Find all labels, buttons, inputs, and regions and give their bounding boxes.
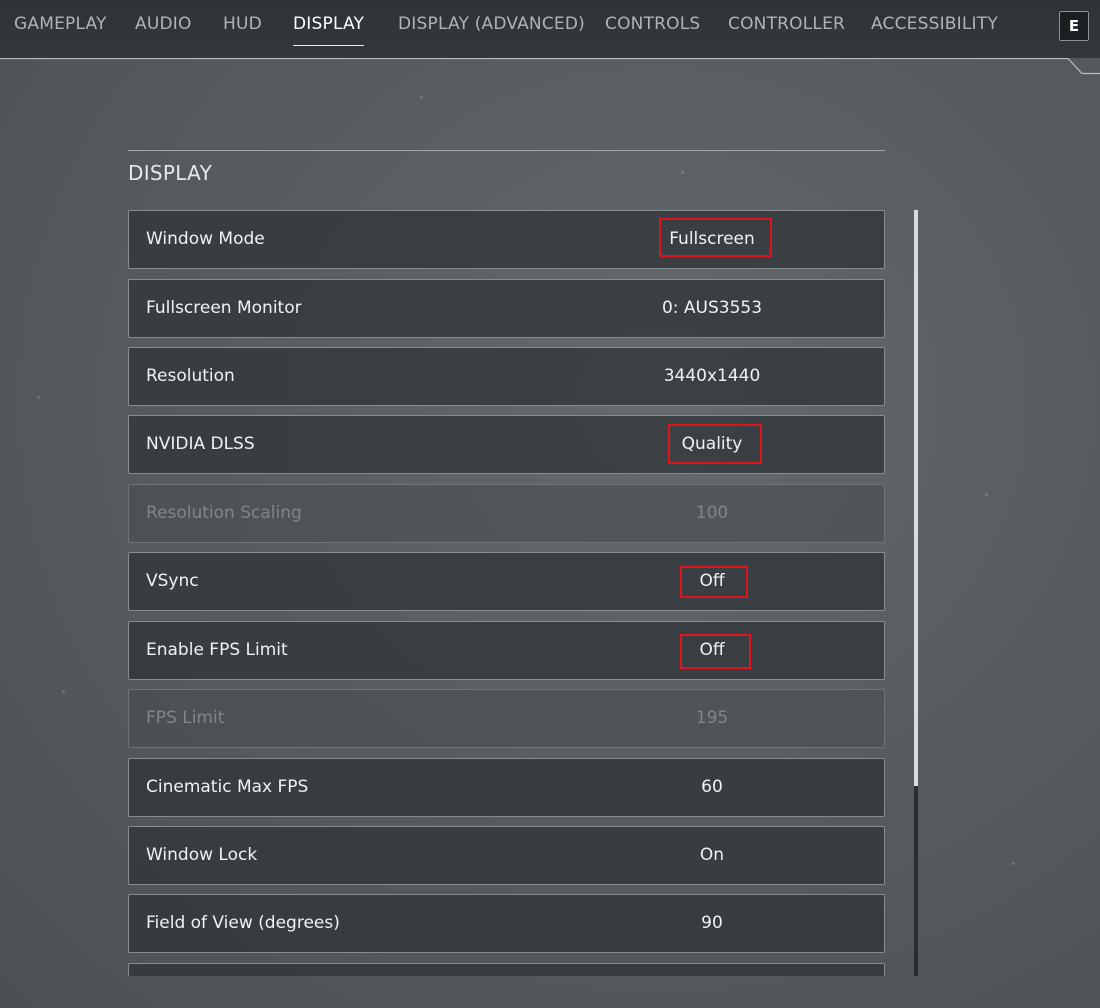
setting-label: NVIDIA DLSS <box>146 434 255 454</box>
setting-row-window-lock[interactable]: Window Lock On <box>128 826 885 885</box>
background-speck <box>1012 862 1015 865</box>
tab-hud[interactable]: HUD <box>223 14 262 40</box>
highlight-box-vsync <box>680 566 748 598</box>
section-title: DISPLAY <box>128 161 213 185</box>
tab-gameplay[interactable]: GAMEPLAY <box>14 14 107 40</box>
highlight-box-enable-fps-limit <box>680 634 751 669</box>
setting-label: Field of View (degrees) <box>146 913 340 933</box>
highlight-box-window-mode <box>659 218 772 257</box>
settings-tab-bar: GAMEPLAY AUDIO HUD DISPLAY DISPLAY (ADVA… <box>0 0 1100 58</box>
background-speck <box>420 96 423 99</box>
setting-label: FPS Limit <box>146 708 225 728</box>
tab-display[interactable]: DISPLAY <box>293 14 365 46</box>
setting-label: VSync <box>146 571 199 591</box>
setting-label: Enable FPS Limit <box>146 640 288 660</box>
setting-row-partial[interactable] <box>128 963 885 976</box>
setting-label: Window Mode <box>146 229 265 249</box>
tab-controller[interactable]: CONTROLLER <box>728 14 845 40</box>
tab-display-advanced[interactable]: DISPLAY (ADVANCED) <box>398 14 585 40</box>
setting-row-resolution-scaling: Resolution Scaling 100 <box>128 484 885 543</box>
setting-value[interactable]: 90 <box>612 895 812 952</box>
setting-row-enable-fps-limit[interactable]: Enable FPS Limit Off <box>128 621 885 680</box>
setting-label: Resolution <box>146 366 235 386</box>
setting-row-vsync[interactable]: VSync Off <box>128 552 885 611</box>
background-speck <box>681 171 684 174</box>
setting-value[interactable]: On <box>612 827 812 884</box>
tab-accessibility[interactable]: ACCESSIBILITY <box>871 14 998 40</box>
scrollbar-thumb[interactable] <box>914 210 918 786</box>
setting-row-cinematic-max-fps[interactable]: Cinematic Max FPS 60 <box>128 758 885 817</box>
setting-row-fps-limit: FPS Limit 195 <box>128 689 885 748</box>
background-speck <box>62 690 65 693</box>
background-speck <box>37 396 40 399</box>
setting-row-nvidia-dlss[interactable]: NVIDIA DLSS Quality <box>128 415 885 474</box>
setting-row-fullscreen-monitor[interactable]: Fullscreen Monitor 0: AUS3553 <box>128 279 885 338</box>
section-divider <box>128 150 885 151</box>
setting-value[interactable]: 0: AUS3553 <box>612 280 812 337</box>
setting-value[interactable]: 3440x1440 <box>612 348 812 405</box>
setting-value: 195 <box>695 708 729 728</box>
tab-controls[interactable]: CONTROLS <box>605 14 700 40</box>
tab-audio[interactable]: AUDIO <box>135 14 192 40</box>
setting-label: Cinematic Max FPS <box>146 777 309 797</box>
setting-value: 100 <box>695 503 729 523</box>
setting-value[interactable]: 60 <box>612 759 812 816</box>
setting-row-field-of-view[interactable]: Field of View (degrees) 90 <box>128 894 885 953</box>
highlight-box-nvidia-dlss <box>668 424 762 464</box>
setting-label: Resolution Scaling <box>146 503 302 523</box>
setting-label: Window Lock <box>146 845 258 865</box>
next-tab-key-hint[interactable]: E <box>1059 11 1089 41</box>
setting-label: Fullscreen Monitor <box>146 298 302 318</box>
background-speck <box>985 493 988 496</box>
setting-row-resolution[interactable]: Resolution 3440x1440 <box>128 347 885 406</box>
tab-bar-edge <box>0 58 1100 75</box>
